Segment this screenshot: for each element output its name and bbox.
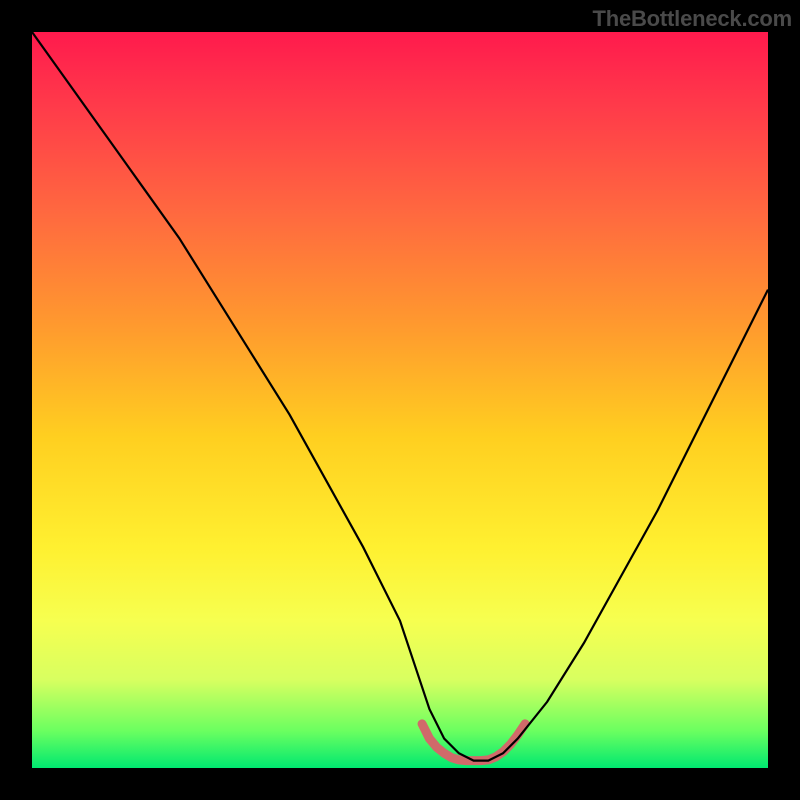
curve-layer [32,32,768,768]
watermark-text: TheBottleneck.com [592,6,792,32]
chart-container: TheBottleneck.com [0,0,800,800]
optimal-band [422,724,525,761]
plot-area [32,32,768,768]
bottleneck-curve [32,32,768,761]
